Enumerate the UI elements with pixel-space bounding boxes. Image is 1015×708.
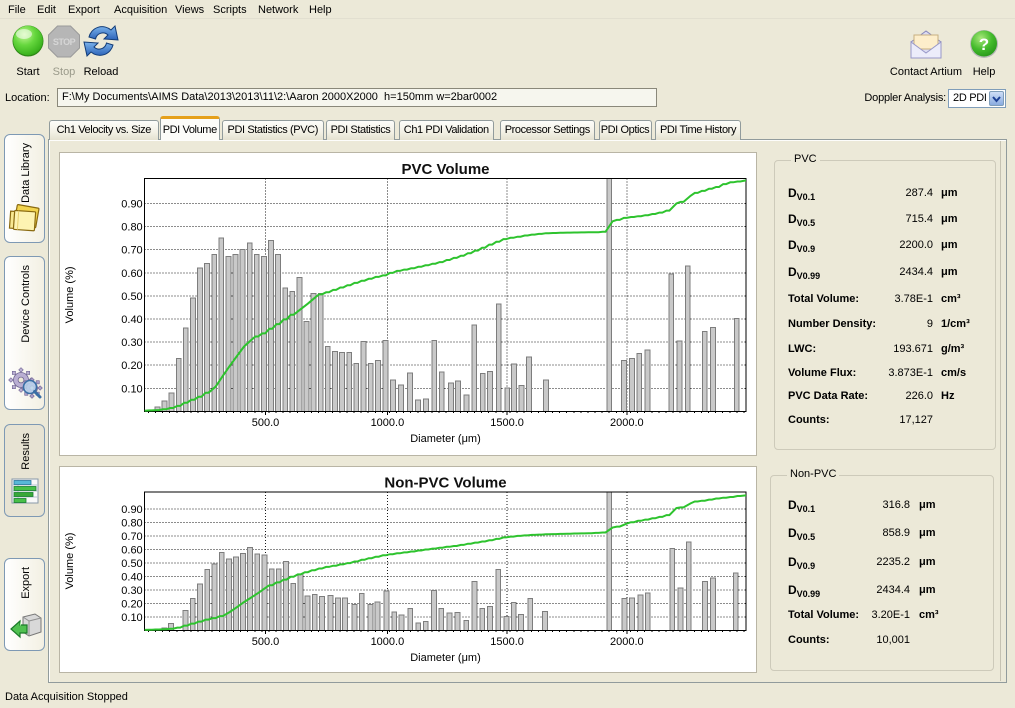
- svg-text:Diameter (μm): Diameter (μm): [410, 652, 481, 664]
- svg-text:0.90: 0.90: [121, 199, 142, 211]
- svg-text:0.70: 0.70: [121, 531, 142, 543]
- svg-text:0.50: 0.50: [121, 291, 142, 303]
- svg-text:PVC Volume: PVC Volume: [401, 161, 489, 178]
- svg-text:Device Controls: Device Controls: [20, 265, 32, 343]
- svg-text:0.30: 0.30: [121, 585, 142, 597]
- svg-text:STOP: STOP: [53, 37, 76, 47]
- svg-text:1500.0: 1500.0: [490, 417, 524, 429]
- svg-text:2000.0: 2000.0: [610, 417, 644, 429]
- svg-text:1500.0: 1500.0: [490, 636, 524, 648]
- svg-text:Volume (%): Volume (%): [64, 266, 76, 323]
- svg-text:?: ?: [979, 35, 989, 54]
- svg-text:0.70: 0.70: [121, 245, 142, 257]
- svg-text:0.40: 0.40: [121, 314, 142, 326]
- svg-text:Volume (%): Volume (%): [64, 533, 76, 590]
- svg-text:1000.0: 1000.0: [371, 417, 405, 429]
- svg-text:Data Library: Data Library: [20, 143, 32, 203]
- svg-text:0.60: 0.60: [121, 544, 142, 556]
- svg-text:0.30: 0.30: [121, 337, 142, 349]
- svg-text:Non-PVC Volume: Non-PVC Volume: [384, 474, 506, 491]
- svg-text:Results: Results: [20, 433, 32, 470]
- svg-text:0.40: 0.40: [121, 571, 142, 583]
- svg-text:1000.0: 1000.0: [371, 636, 405, 648]
- svg-text:2000.0: 2000.0: [610, 636, 644, 648]
- svg-text:0.10: 0.10: [121, 383, 142, 395]
- svg-text:0.20: 0.20: [121, 598, 142, 610]
- svg-text:0.80: 0.80: [121, 222, 142, 234]
- svg-text:0.20: 0.20: [121, 360, 142, 372]
- svg-text:0.80: 0.80: [121, 517, 142, 529]
- svg-text:0.60: 0.60: [121, 268, 142, 280]
- svg-text:500.0: 500.0: [252, 636, 280, 648]
- svg-text:0.10: 0.10: [121, 612, 142, 624]
- svg-text:Export: Export: [20, 567, 32, 599]
- svg-text:500.0: 500.0: [252, 417, 280, 429]
- svg-text:0.90: 0.90: [121, 504, 142, 516]
- svg-text:Diameter (μm): Diameter (μm): [410, 433, 481, 445]
- svg-text:0.50: 0.50: [121, 558, 142, 570]
